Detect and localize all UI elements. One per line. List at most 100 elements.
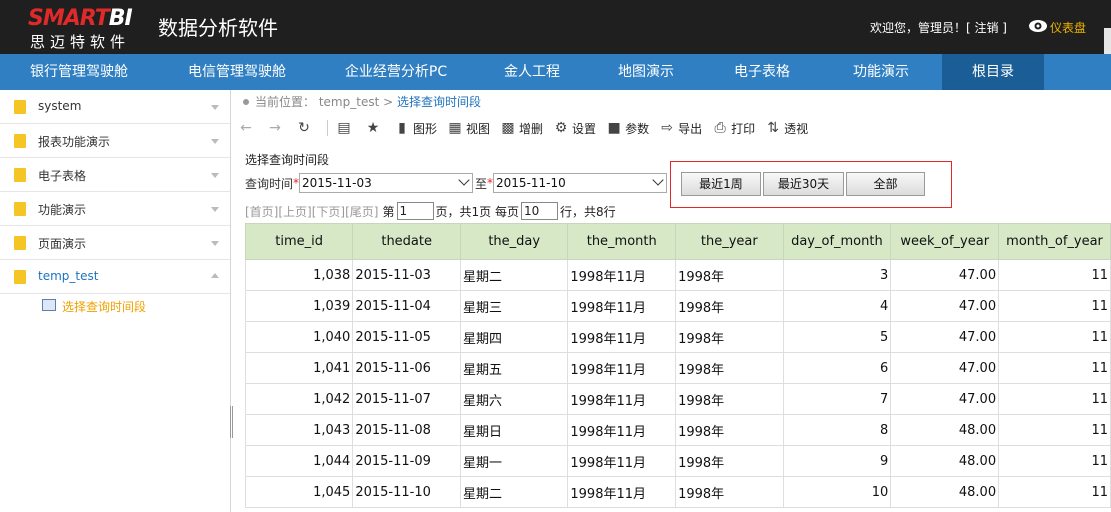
cell-week-of-year[interactable]: 47.00 xyxy=(890,290,1000,322)
cell-thedate[interactable]: 2015-11-07 xyxy=(352,383,462,415)
cell-week-of-year[interactable]: 48.00 xyxy=(890,445,1000,477)
cell-month-of-year[interactable]: 11 xyxy=(998,290,1111,322)
column-header-thedate[interactable]: thedate xyxy=(352,223,462,260)
cell-week-of-year[interactable]: 48.00 xyxy=(890,476,1000,508)
settings-button[interactable]: ⚙ 设置 xyxy=(553,120,596,137)
cell-thedate[interactable]: 2015-11-05 xyxy=(352,321,462,353)
cell-day-of-month[interactable]: 10 xyxy=(782,476,892,508)
cell-thedate[interactable]: 2015-11-04 xyxy=(352,290,462,322)
sidebar-item-temp-test[interactable]: temp_test xyxy=(0,260,230,294)
cell-the-month[interactable]: 1998年11月 xyxy=(567,259,677,291)
cell-the-year[interactable]: 1998年 xyxy=(675,445,784,477)
cell-the-year[interactable]: 1998年 xyxy=(675,321,784,353)
nav-function-demo[interactable]: 功能演示 xyxy=(820,54,942,90)
column-header-the-year[interactable]: the_year xyxy=(675,223,784,260)
cell-day-of-month[interactable]: 9 xyxy=(782,445,892,477)
cell-the-year[interactable]: 1998年 xyxy=(675,383,784,415)
cell-the-year[interactable]: 1998年 xyxy=(675,259,784,291)
start-date-select[interactable]: 2015-11-03 xyxy=(299,173,474,193)
nav-enterprise-analysis[interactable]: 企业经营分析PC xyxy=(316,54,476,90)
column-header-week-of-year[interactable]: week_of_year xyxy=(890,223,1000,260)
cell-month-of-year[interactable]: 11 xyxy=(998,259,1111,291)
last-30-days-button[interactable]: 最近30天 xyxy=(763,172,844,196)
forward-button[interactable]: → xyxy=(267,120,286,136)
cell-time-id[interactable]: 1,044 xyxy=(245,445,354,477)
welcome-logout[interactable]: 欢迎您，管理员！[ 注销 ] xyxy=(870,19,1007,36)
cell-day-of-month[interactable]: 8 xyxy=(782,414,892,446)
cell-thedate[interactable]: 2015-11-09 xyxy=(352,445,462,477)
cell-month-of-year[interactable]: 11 xyxy=(998,414,1111,446)
expand-icon[interactable] xyxy=(211,139,219,144)
params-button[interactable]: ■ 参数 xyxy=(606,120,649,137)
cell-time-id[interactable]: 1,039 xyxy=(245,290,354,322)
nav-telecom-cockpit[interactable]: 电信管理驾驶舱 xyxy=(158,54,316,90)
cell-day-of-month[interactable]: 4 xyxy=(782,290,892,322)
cell-the-day[interactable]: 星期四 xyxy=(460,321,569,353)
column-header-the-day[interactable]: the_day xyxy=(460,223,569,260)
sidebar-splitter-handle[interactable] xyxy=(230,406,233,438)
cell-month-of-year[interactable]: 11 xyxy=(998,383,1111,415)
dashboard-link[interactable]: 仪表盘 xyxy=(1050,19,1086,36)
expand-icon[interactable] xyxy=(211,207,219,212)
nav-map-demo[interactable]: 地图演示 xyxy=(588,54,704,90)
print-button[interactable]: ⎙ 打印 xyxy=(712,120,755,137)
cell-time-id[interactable]: 1,041 xyxy=(245,352,354,384)
cell-week-of-year[interactable]: 47.00 xyxy=(890,383,1000,415)
cell-week-of-year[interactable]: 47.00 xyxy=(890,259,1000,291)
pivot-button[interactable]: ⇅ 透视 xyxy=(765,120,808,137)
cell-the-year[interactable]: 1998年 xyxy=(675,352,784,384)
cell-the-day[interactable]: 星期二 xyxy=(460,259,569,291)
column-header-time-id[interactable]: time_id xyxy=(245,223,354,260)
cell-the-month[interactable]: 1998年11月 xyxy=(567,321,677,353)
collapse-icon[interactable] xyxy=(211,273,219,278)
breadcrumb-parent[interactable]: temp_test xyxy=(319,95,379,109)
end-date-select[interactable]: 2015-11-10 xyxy=(493,173,668,193)
refresh-button[interactable]: ↻ xyxy=(296,120,315,136)
last-week-button[interactable]: 最近1周 xyxy=(681,172,761,196)
page-size-input[interactable]: 10 xyxy=(520,202,558,220)
back-button[interactable]: ← xyxy=(238,120,257,136)
cell-time-id[interactable]: 1,043 xyxy=(245,414,354,446)
cell-the-year[interactable]: 1998年 xyxy=(675,414,784,446)
cell-the-month[interactable]: 1998年11月 xyxy=(567,445,677,477)
eye-icon[interactable] xyxy=(1028,19,1048,33)
sidebar-item-system[interactable]: system xyxy=(0,90,230,124)
cell-the-month[interactable]: 1998年11月 xyxy=(567,352,677,384)
cell-month-of-year[interactable]: 11 xyxy=(998,445,1111,477)
view-button[interactable]: ▦ 视图 xyxy=(447,120,490,137)
cell-week-of-year[interactable]: 48.00 xyxy=(890,414,1000,446)
cell-the-month[interactable]: 1998年11月 xyxy=(567,414,677,446)
prev-page-link[interactable]: [上页] xyxy=(278,203,311,220)
expand-icon[interactable] xyxy=(211,241,219,246)
save-button[interactable]: ▤ xyxy=(336,120,355,136)
cell-the-day[interactable]: 星期日 xyxy=(460,414,569,446)
chevron-down-icon[interactable] xyxy=(652,174,664,186)
cell-week-of-year[interactable]: 47.00 xyxy=(890,352,1000,384)
expand-icon[interactable] xyxy=(211,105,219,110)
first-page-link[interactable]: [首页] xyxy=(245,203,278,220)
page-number-input[interactable]: 1 xyxy=(396,202,434,220)
nav-jinren[interactable]: 金人工程 xyxy=(476,54,588,90)
cell-day-of-month[interactable]: 6 xyxy=(782,352,892,384)
sidebar-item-spreadsheet[interactable]: 电子表格 xyxy=(0,158,230,192)
nav-root[interactable]: 根目录 xyxy=(942,54,1044,90)
cell-thedate[interactable]: 2015-11-03 xyxy=(352,259,462,291)
column-header-day-of-month[interactable]: day_of_month xyxy=(782,223,892,260)
cell-thedate[interactable]: 2015-11-10 xyxy=(352,476,462,508)
cell-the-day[interactable]: 星期五 xyxy=(460,352,569,384)
cell-month-of-year[interactable]: 11 xyxy=(998,321,1111,353)
cell-the-month[interactable]: 1998年11月 xyxy=(567,383,677,415)
last-page-link[interactable]: [尾页] xyxy=(345,203,378,220)
favorite-button[interactable]: ★ xyxy=(365,120,384,136)
cell-time-id[interactable]: 1,040 xyxy=(245,321,354,353)
header-scrollbar[interactable] xyxy=(1104,28,1111,54)
cell-week-of-year[interactable]: 47.00 xyxy=(890,321,1000,353)
cell-time-id[interactable]: 1,038 xyxy=(245,259,354,291)
cell-the-day[interactable]: 星期三 xyxy=(460,290,569,322)
nav-bank-cockpit[interactable]: 银行管理驾驶舱 xyxy=(0,54,158,90)
cell-thedate[interactable]: 2015-11-08 xyxy=(352,414,462,446)
sidebar-item-report-demo[interactable]: 报表功能演示 xyxy=(0,124,230,158)
insert-delete-button[interactable]: ▩ 增删 xyxy=(500,120,543,137)
cell-day-of-month[interactable]: 5 xyxy=(782,321,892,353)
chart-button[interactable]: ▮ 图形 xyxy=(394,120,437,137)
